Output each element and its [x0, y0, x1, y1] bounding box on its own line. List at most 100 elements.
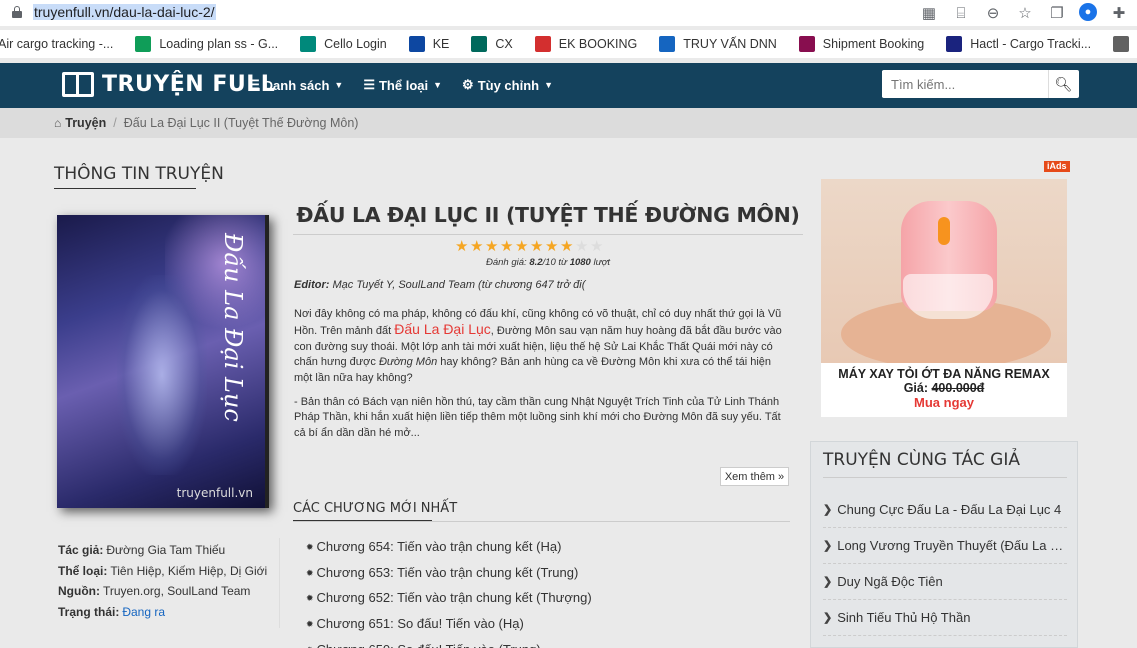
star-icon[interactable]: ☆ — [1015, 3, 1035, 23]
url-field[interactable]: truyenfull.vn/dau-la-dai-luc-2/ — [33, 4, 216, 20]
description-link[interactable]: Đấu La Đại Lục — [394, 321, 491, 337]
chevron-right-icon: ❯ — [823, 504, 833, 516]
breadcrumb: ⌂ Truyện / Đấu La Đại Lục II (Tuyệt Thế … — [0, 108, 1137, 138]
breadcrumb-separator: / — [113, 116, 117, 130]
ad-buy-button[interactable]: Mua ngay — [821, 395, 1067, 410]
translate-icon[interactable]: ⌸ — [951, 3, 971, 23]
chapter-link[interactable]: ✹ Chương 653: Tiến vào trận chung kết (Tr… — [306, 560, 592, 586]
status-value[interactable]: Đang ra — [122, 605, 165, 619]
bookmark-item[interactable]: Hactl - Cargo Tracki... — [946, 36, 1091, 52]
bullet-icon: ✹ — [306, 567, 314, 578]
chapter-link[interactable]: ✹ Chương 654: Tiến vào trận chung kết (Hạ… — [306, 534, 592, 560]
breadcrumb-home[interactable]: Truyện — [65, 116, 106, 130]
info-source: Nguồn: Truyen.org, SoulLand Team — [58, 584, 251, 598]
extensions-icon[interactable]: ✚ — [1109, 3, 1129, 23]
bullet-icon: ✹ — [306, 640, 314, 648]
bookmark-item[interactable]: EK BOOKING — [534, 36, 637, 52]
genre-links[interactable]: Tiên Hiệp, Kiếm Hiệp, Dị Giới — [110, 564, 267, 578]
chapter-link[interactable]: ✹ Chương 651: So đấu! Tiến vào (Hạ) — [306, 611, 592, 637]
caret-down-icon: ▼ — [433, 80, 443, 90]
star-icon[interactable]: ★ — [455, 239, 469, 254]
book-title: ĐẤU LA ĐẠI LỤC II (TUYỆT THẾ ĐƯỜNG MÔN) — [296, 203, 800, 227]
chapters-title: CÁC CHƯƠNG MỚI NHẤT — [293, 501, 458, 516]
ad-price: Giá: 400.000đ — [903, 381, 985, 395]
ad-banner[interactable]: MÁY XAY TỎI ỚT ĐA NĂNG REMAX Giá: 400.00… — [821, 179, 1067, 417]
caret-down-icon: ▼ — [334, 80, 344, 90]
chevron-right-icon: ❯ — [823, 612, 833, 624]
chapter-list: ✹ Chương 654: Tiến vào trận chung kết (Hạ… — [306, 534, 592, 648]
list-icon: ☰ — [248, 77, 260, 92]
section-title: THÔNG TIN TRUYỆN — [54, 164, 224, 184]
bookmark-favicon-icon — [659, 36, 676, 52]
profile-icon[interactable]: ● — [1079, 3, 1097, 21]
search-icon: 🔍︎ — [1054, 75, 1073, 92]
same-author-story-link[interactable]: ❯ Sinh Tiếu Thủ Hộ Thần — [823, 600, 1067, 636]
search-box: 🔍︎ — [882, 70, 1079, 98]
chevron-right-icon: ❯ — [823, 576, 833, 588]
same-author-box: TRUYỆN CÙNG TÁC GIẢ ❯ Chung Cực Đấu La - … — [810, 441, 1078, 648]
lock-icon[interactable] — [12, 6, 22, 18]
rating-text: Đánh giá: 8.2/10 từ 1080 lượt — [486, 257, 610, 268]
bookmark-item[interactable]: CX — [471, 36, 513, 52]
bookmark-favicon-icon — [408, 36, 425, 52]
sidebar-title: TRUYỆN CÙNG TÁC GIẢ — [823, 450, 1020, 470]
same-author-story-link[interactable]: ❯ Duy Ngã Độc Tiên — [823, 564, 1067, 600]
bookmark-favicon-icon — [135, 36, 152, 52]
star-icon[interactable]: ★ — [545, 239, 559, 254]
ads-badge[interactable]: iAds — [1044, 161, 1070, 172]
search-button[interactable]: 🔍︎ — [1048, 70, 1078, 98]
bullet-icon: ✹ — [306, 593, 314, 604]
show-more-button[interactable]: Xem thêm » — [720, 467, 789, 486]
bullet-icon: ✹ — [306, 541, 314, 552]
home-icon[interactable]: ⌂ — [54, 116, 61, 130]
reading-list-icon[interactable]: ❐ — [1047, 3, 1067, 23]
nav-menu: ☰ Danh sách ▼ ☰ Thể loại ▼ ⚙ Tùy chỉnh ▼ — [248, 77, 553, 93]
bookmark-favicon-icon — [946, 36, 963, 52]
chapter-link[interactable]: ✹Chương 650: So đấu! Tiến vào (Trung) — [306, 637, 592, 648]
bookmark-item[interactable]: KE — [408, 36, 449, 52]
zoom-icon[interactable]: ⊖ — [983, 3, 1003, 23]
chevron-right-icon: ❯ — [823, 540, 833, 552]
list-icon: ☰ — [363, 77, 375, 92]
nav-the-loai[interactable]: ☰ Thể loại ▼ — [363, 77, 442, 93]
bookmark-item[interactable]: Air cargo tracking -... — [0, 37, 113, 51]
info-author: Tác giả: Đường Gia Tam Thiếu — [58, 543, 226, 557]
author-link[interactable]: Đường Gia Tam Thiếu — [106, 543, 225, 557]
nav-tuy-chinh[interactable]: ⚙ Tùy chỉnh ▼ — [462, 77, 553, 93]
same-author-story-link[interactable]: ❯Long Vương Truyền Thuyết (Đấu La Đại Lụ… — [823, 528, 1067, 564]
search-input[interactable] — [882, 71, 1048, 97]
bookmark-item[interactable]: Cello Login — [300, 36, 387, 52]
star-icon[interactable]: ★ — [560, 239, 574, 254]
bookmark-favicon-icon — [471, 36, 488, 52]
ad-product-name[interactable]: MÁY XAY TỎI ỚT ĐA NĂNG REMAX — [821, 367, 1067, 381]
info-status: Trạng thái: Đang ra — [58, 604, 166, 619]
bookmark-favicon-icon — [1113, 36, 1130, 52]
bookmark-item[interactable]: Shipment Booking — [798, 36, 924, 52]
chapter-link[interactable]: ✹ Chương 652: Tiến vào trận chung kết (Th… — [306, 585, 592, 611]
cover-watermark: truyenfull.vn — [176, 486, 253, 500]
rating-stars[interactable]: ★ ★ ★ ★ ★ ★ ★ ★ ★ ★ — [455, 239, 604, 254]
breadcrumb-current[interactable]: Đấu La Đại Lục II (Tuyệt Thế Đường Môn) — [124, 116, 359, 130]
grid-icon[interactable]: ▦ — [919, 3, 939, 23]
caret-down-icon: ▼ — [544, 80, 553, 90]
site-logo[interactable]: TRUYỆN FULL — [62, 72, 275, 97]
story-info: Tác giả: Đường Gia Tam Thiếu Thể loại: Tiê… — [58, 540, 267, 622]
same-author-story-link[interactable]: ❯ Chung Cực Đấu La - Đấu La Đại Lục 4 — [823, 492, 1067, 528]
bookmark-item[interactable]: TRUY VẤN DNN — [659, 36, 777, 52]
star-icon[interactable]: ★ — [590, 239, 604, 254]
nav-danh-sach[interactable]: ☰ Danh sách ▼ — [248, 77, 343, 93]
star-icon[interactable]: ★ — [470, 239, 484, 254]
bookmark-item[interactable]: alst.com.vn/fwd/v_ — [1113, 36, 1137, 52]
address-bar[interactable]: truyenfull.vn/dau-la-dai-luc-2/ ▦ ⌸ ⊖ ☆ … — [0, 0, 1137, 26]
ad-image[interactable] — [821, 179, 1067, 363]
bookmarks-bar: Air cargo tracking -... Loading plan ss -… — [0, 30, 1137, 58]
star-icon[interactable]: ★ — [485, 239, 499, 254]
star-icon[interactable]: ★ — [530, 239, 544, 254]
star-icon[interactable]: ★ — [575, 239, 589, 254]
bookmark-favicon-icon — [798, 36, 815, 52]
star-icon[interactable]: ★ — [515, 239, 529, 254]
bookmark-favicon-icon — [534, 36, 551, 52]
bookmark-item[interactable]: Loading plan ss - G... — [135, 36, 278, 52]
star-icon[interactable]: ★ — [500, 239, 514, 254]
editor-line: Editor: Mạc Tuyết Y, SoulLand Team (từ c… — [294, 279, 586, 291]
